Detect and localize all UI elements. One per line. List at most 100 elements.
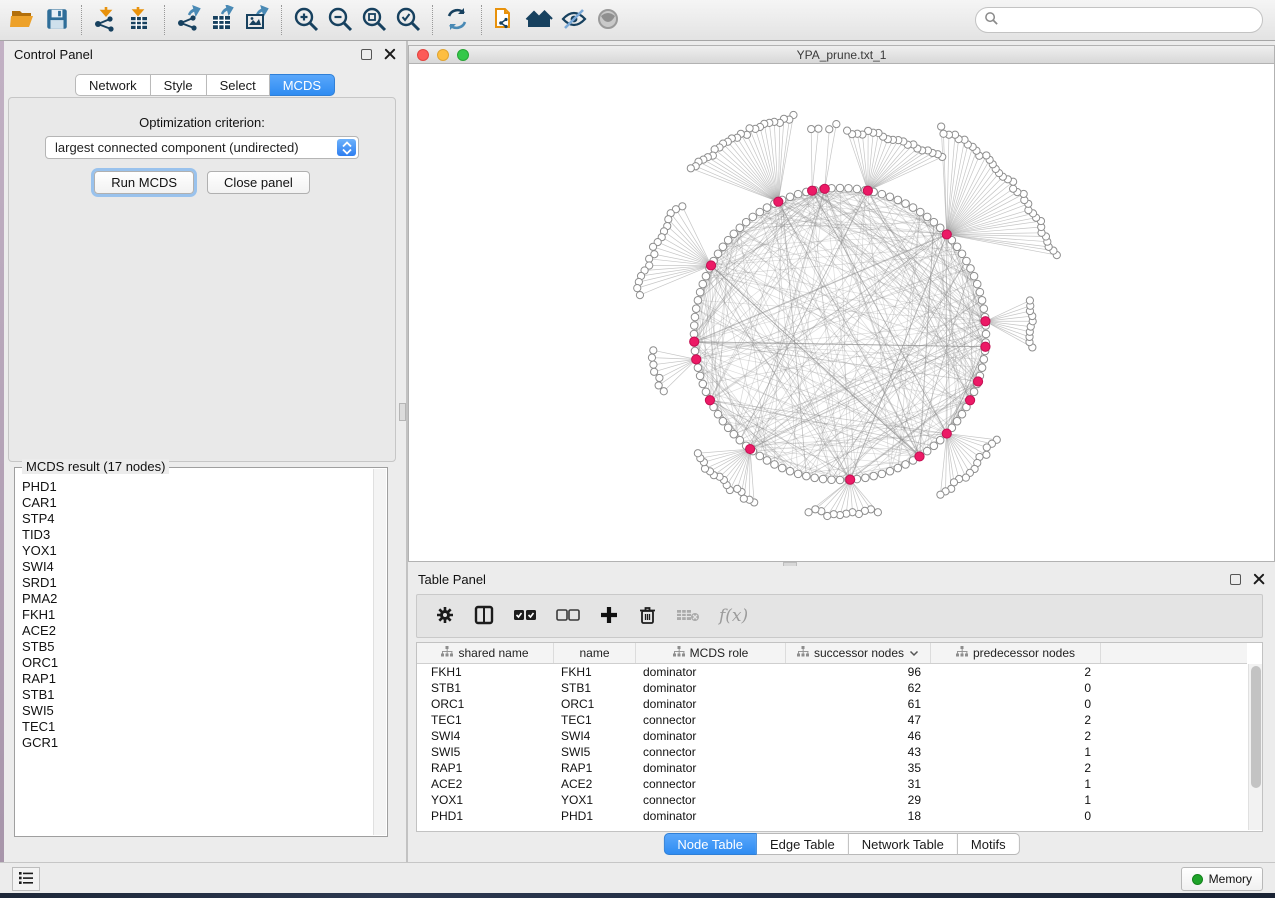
table-row[interactable]: ACE2ACE2connector311 xyxy=(417,776,1247,792)
tab-network-table[interactable]: Network Table xyxy=(849,833,958,855)
network-canvas[interactable] xyxy=(408,64,1275,562)
cell-predecessor-nodes[interactable]: 0 xyxy=(931,809,1101,823)
cell-MCDS-role[interactable]: connector xyxy=(636,745,786,759)
cell-name[interactable]: ORC1 xyxy=(554,697,636,711)
cell-shared-name[interactable]: STB1 xyxy=(417,681,554,695)
export-network-button[interactable] xyxy=(172,3,206,37)
vertical-splitter-handle[interactable] xyxy=(399,403,406,421)
memory-button[interactable]: Memory xyxy=(1181,867,1263,891)
cell-name[interactable]: PHD1 xyxy=(554,809,636,823)
cell-predecessor-nodes[interactable]: 2 xyxy=(931,665,1101,679)
table-row[interactable]: ORC1ORC1dominator610 xyxy=(417,696,1247,712)
cell-predecessor-nodes[interactable]: 0 xyxy=(931,681,1101,695)
cell-MCDS-role[interactable]: dominator xyxy=(636,681,786,695)
show-columns-button[interactable] xyxy=(474,605,494,628)
mcds-result-item[interactable]: STB1 xyxy=(22,687,373,703)
mcds-result-item[interactable]: YOX1 xyxy=(22,543,373,559)
mcds-result-item[interactable]: STB5 xyxy=(22,639,373,655)
cell-shared-name[interactable]: TEC1 xyxy=(417,713,554,727)
cell-name[interactable]: RAP1 xyxy=(554,761,636,775)
cell-MCDS-role[interactable]: connector xyxy=(636,777,786,791)
cell-successor-nodes[interactable]: 18 xyxy=(786,809,931,823)
select-all-button[interactable] xyxy=(513,608,537,625)
tab-network[interactable]: Network xyxy=(75,74,151,96)
export-table-button[interactable] xyxy=(206,3,240,37)
mcds-result-item[interactable]: TEC1 xyxy=(22,719,373,735)
hide-selected-button[interactable] xyxy=(557,3,591,37)
table-scrollbar-thumb[interactable] xyxy=(1251,666,1261,788)
cell-shared-name[interactable]: YOX1 xyxy=(417,793,554,807)
close-panel-icon[interactable] xyxy=(384,48,396,60)
delete-column-button[interactable] xyxy=(638,605,657,628)
cell-name[interactable]: FKH1 xyxy=(554,665,636,679)
network-window-titlebar[interactable]: YPA_prune.txt_1 xyxy=(408,45,1275,64)
column-header-successor-nodes[interactable]: successor nodes xyxy=(786,643,931,663)
cell-MCDS-role[interactable]: dominator xyxy=(636,761,786,775)
tab-select[interactable]: Select xyxy=(207,74,270,96)
table-scrollbar[interactable] xyxy=(1248,664,1262,830)
cell-predecessor-nodes[interactable]: 2 xyxy=(931,761,1101,775)
cell-successor-nodes[interactable]: 61 xyxy=(786,697,931,711)
cell-shared-name[interactable]: PHD1 xyxy=(417,809,554,823)
deselect-all-button[interactable] xyxy=(556,608,580,625)
zoom-in-button[interactable] xyxy=(289,3,323,37)
cell-shared-name[interactable]: ORC1 xyxy=(417,697,554,711)
cell-name[interactable]: YOX1 xyxy=(554,793,636,807)
cell-MCDS-role[interactable]: dominator xyxy=(636,665,786,679)
table-row[interactable]: YOX1YOX1connector291 xyxy=(417,792,1247,808)
cell-name[interactable]: SWI4 xyxy=(554,729,636,743)
zoom-out-button[interactable] xyxy=(323,3,357,37)
mcds-result-item[interactable]: GCR1 xyxy=(22,735,373,751)
tab-motifs[interactable]: Motifs xyxy=(958,833,1020,855)
cell-predecessor-nodes[interactable]: 1 xyxy=(931,793,1101,807)
tab-edge-table[interactable]: Edge Table xyxy=(757,833,849,855)
cell-name[interactable]: STB1 xyxy=(554,681,636,695)
cell-shared-name[interactable]: RAP1 xyxy=(417,761,554,775)
cell-shared-name[interactable]: ACE2 xyxy=(417,777,554,791)
column-header-MCDS-role[interactable]: MCDS role xyxy=(636,643,786,663)
column-header-predecessor-nodes[interactable]: predecessor nodes xyxy=(931,643,1101,663)
save-session-button[interactable] xyxy=(40,3,74,37)
table-row[interactable]: SWI5SWI5connector431 xyxy=(417,744,1247,760)
export-image-button[interactable] xyxy=(240,3,274,37)
column-header-name[interactable]: name xyxy=(554,643,636,663)
cell-MCDS-role[interactable]: connector xyxy=(636,793,786,807)
zoom-fit-button[interactable] xyxy=(357,3,391,37)
column-header-shared-name[interactable]: shared name xyxy=(417,643,554,663)
mcds-result-item[interactable]: ORC1 xyxy=(22,655,373,671)
table-row[interactable]: STB1STB1dominator620 xyxy=(417,680,1247,696)
mcds-result-scrollbar[interactable] xyxy=(373,469,386,835)
table-row[interactable]: TEC1TEC1connector472 xyxy=(417,712,1247,728)
float-panel-icon[interactable] xyxy=(361,49,372,60)
cell-successor-nodes[interactable]: 29 xyxy=(786,793,931,807)
cell-predecessor-nodes[interactable]: 1 xyxy=(931,777,1101,791)
task-history-button[interactable] xyxy=(12,867,40,891)
mcds-result-item[interactable]: SWI5 xyxy=(22,703,373,719)
mcds-result-item[interactable]: FKH1 xyxy=(22,607,373,623)
cell-successor-nodes[interactable]: 47 xyxy=(786,713,931,727)
export-network-web-button[interactable] xyxy=(489,3,523,37)
tab-style[interactable]: Style xyxy=(151,74,207,96)
mcds-result-item[interactable]: ACE2 xyxy=(22,623,373,639)
cell-MCDS-role[interactable]: connector xyxy=(636,713,786,727)
add-column-button[interactable] xyxy=(599,605,619,628)
mcds-result-item[interactable]: TID3 xyxy=(22,527,373,543)
mcds-result-item[interactable]: SRD1 xyxy=(22,575,373,591)
show-all-networks-button[interactable] xyxy=(523,3,557,37)
table-row[interactable]: FKH1FKH1dominator962 xyxy=(417,664,1247,680)
cell-successor-nodes[interactable]: 46 xyxy=(786,729,931,743)
cell-MCDS-role[interactable]: dominator xyxy=(636,809,786,823)
cell-shared-name[interactable]: SWI4 xyxy=(417,729,554,743)
cell-predecessor-nodes[interactable]: 2 xyxy=(931,713,1101,727)
mcds-result-item[interactable]: PHD1 xyxy=(22,479,373,495)
tab-mcds[interactable]: MCDS xyxy=(270,74,335,96)
delete-table-button[interactable] xyxy=(676,607,700,626)
table-row[interactable]: PHD1PHD1dominator180 xyxy=(417,808,1247,824)
cell-predecessor-nodes[interactable]: 2 xyxy=(931,729,1101,743)
cell-name[interactable]: SWI5 xyxy=(554,745,636,759)
criterion-dropdown[interactable]: largest connected component (undirected) xyxy=(45,136,359,159)
cell-successor-nodes[interactable]: 43 xyxy=(786,745,931,759)
cell-MCDS-role[interactable]: dominator xyxy=(636,697,786,711)
zoom-selected-button[interactable] xyxy=(391,3,425,37)
cell-name[interactable]: ACE2 xyxy=(554,777,636,791)
